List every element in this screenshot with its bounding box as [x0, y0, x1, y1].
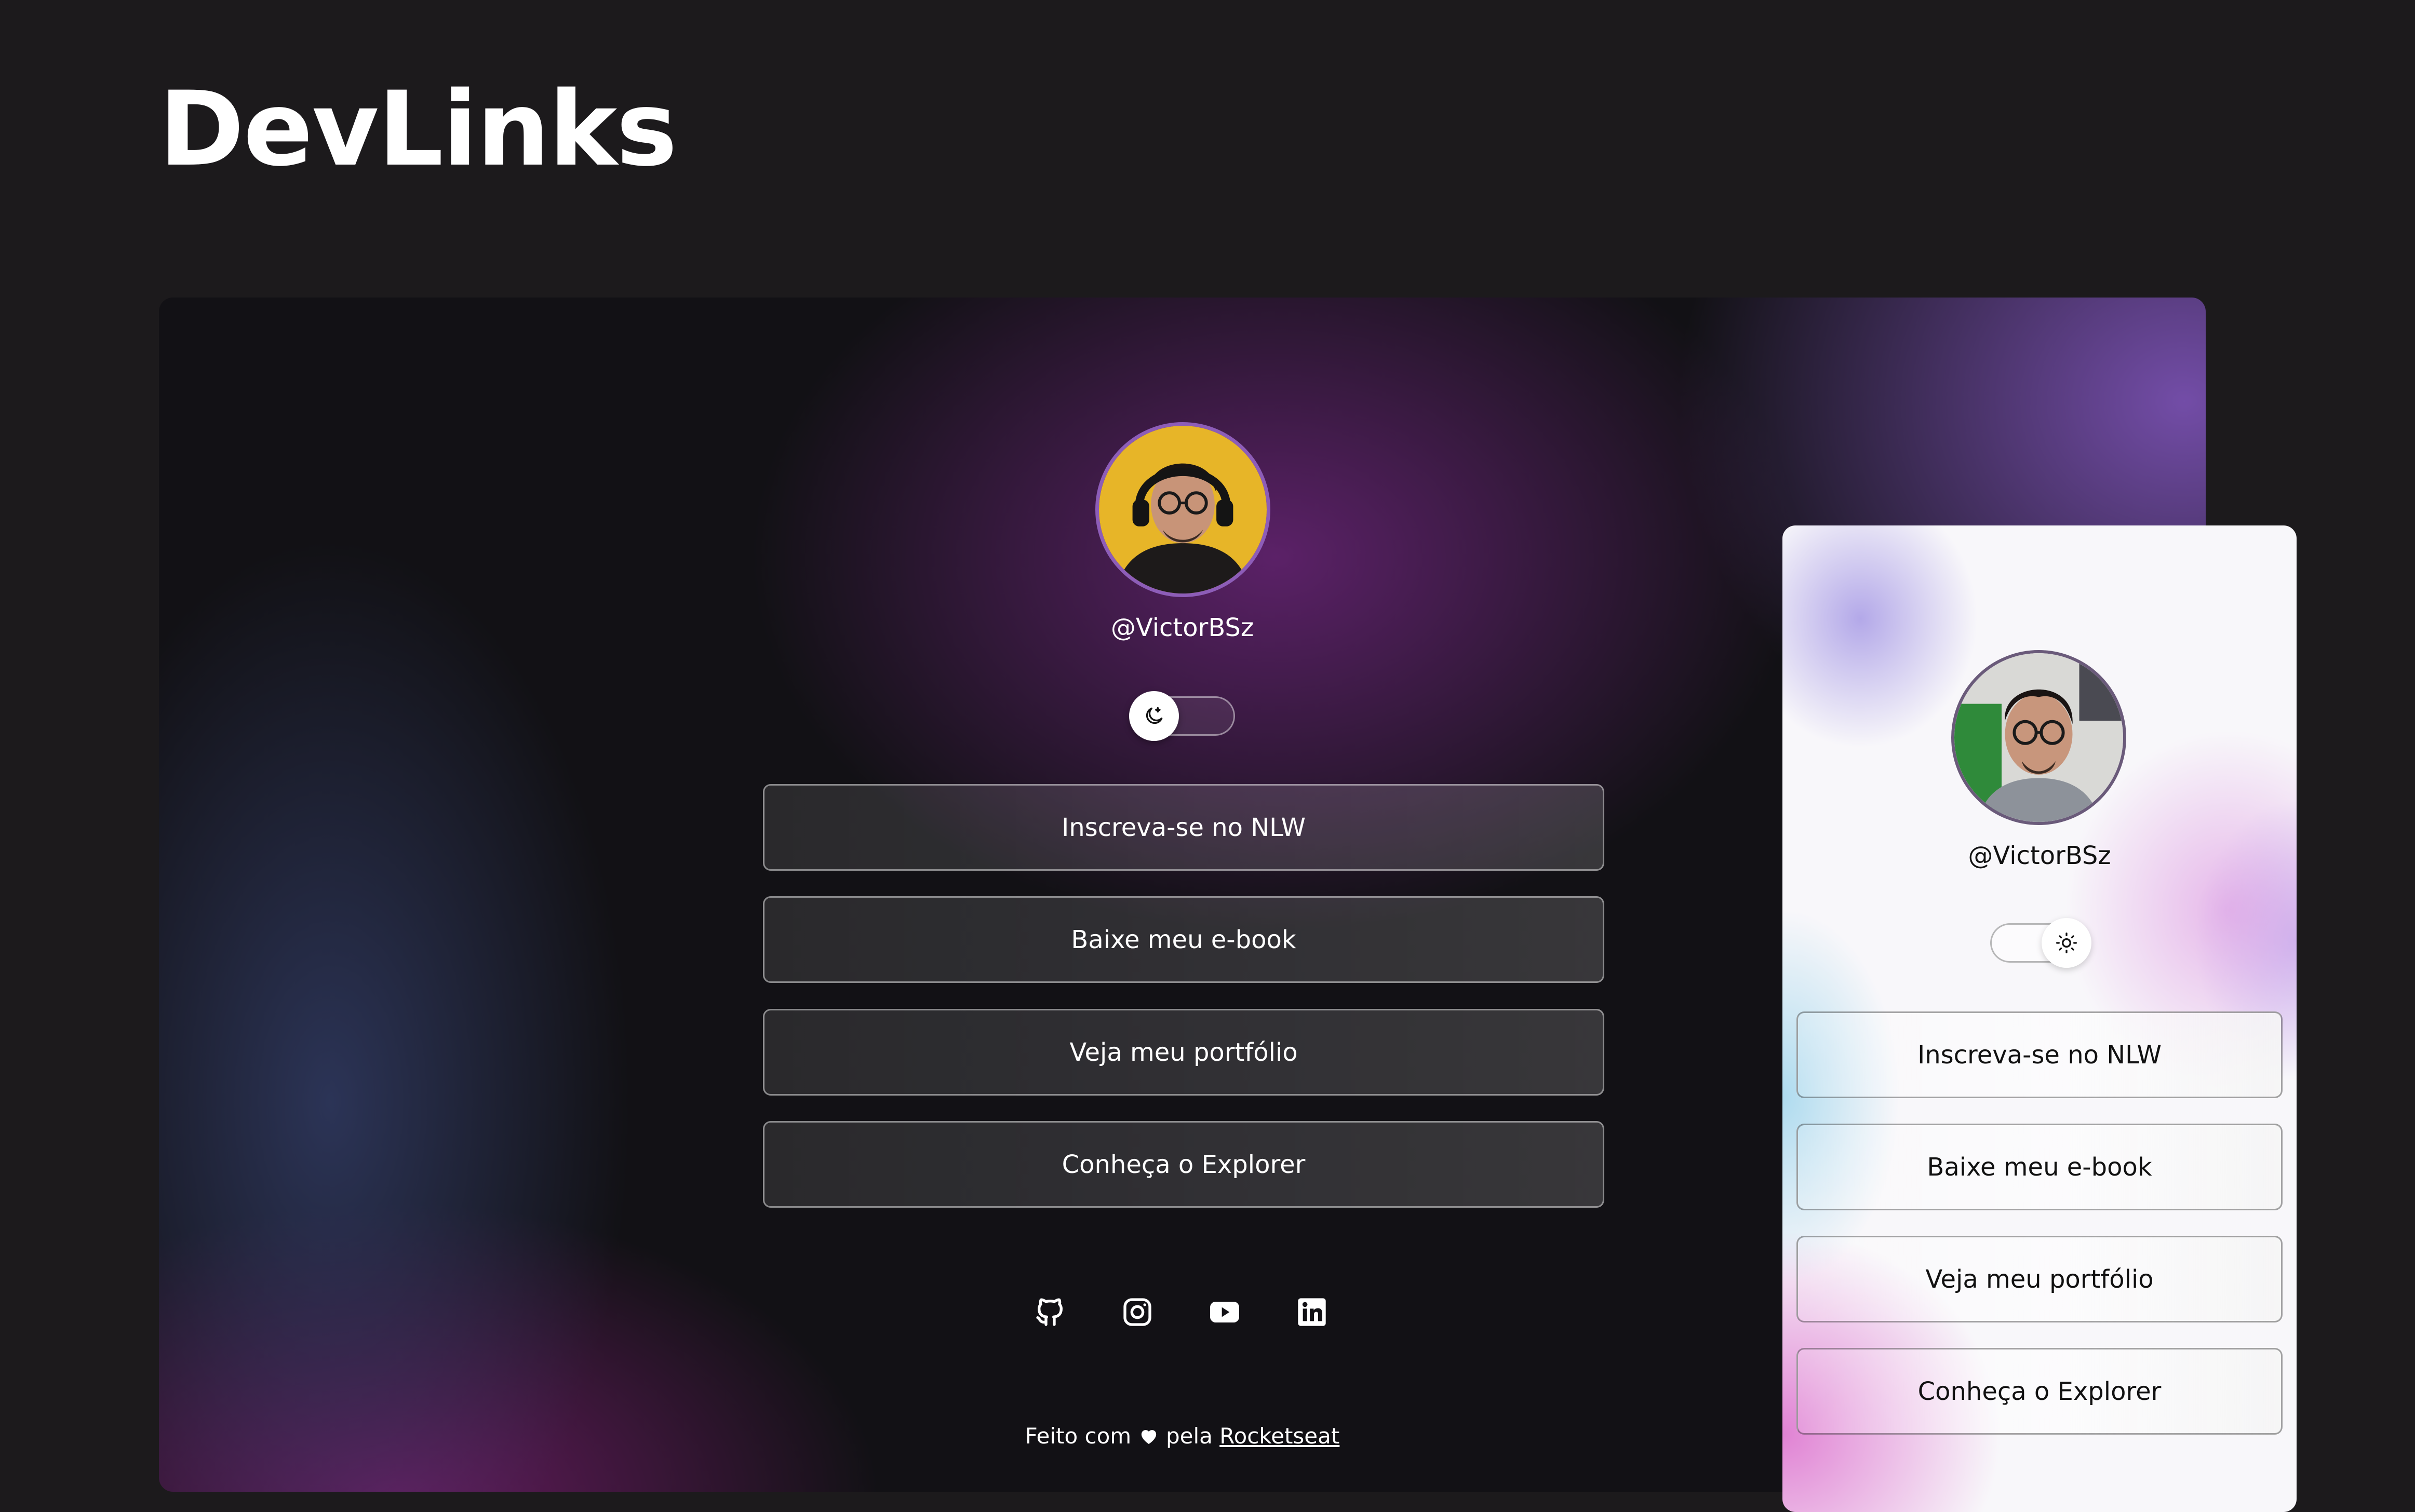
- heart-icon: [1138, 1426, 1159, 1452]
- link-button-portfolio[interactable]: Veja meu portfólio: [763, 1009, 1604, 1096]
- link-button-ebook[interactable]: Baixe meu e-book: [1796, 1124, 2283, 1210]
- page-title: DevLinks: [159, 69, 677, 189]
- footer-middle: pela: [1165, 1423, 1213, 1449]
- linkedin-icon[interactable]: [1293, 1293, 1331, 1331]
- link-button-nlw[interactable]: Inscreva-se no NLW: [1796, 1011, 2283, 1098]
- link-button-explorer[interactable]: Conheça o Explorer: [763, 1121, 1604, 1208]
- youtube-icon[interactable]: [1206, 1293, 1243, 1331]
- social-links: [1031, 1293, 1331, 1331]
- avatar: [1951, 650, 2126, 825]
- link-button-nlw[interactable]: Inscreva-se no NLW: [763, 784, 1604, 871]
- theme-toggle[interactable]: [1990, 918, 2091, 968]
- rocketseat-link[interactable]: Rocketseat: [1219, 1423, 1339, 1449]
- moon-icon: [1129, 691, 1179, 741]
- avatar-photo: [1099, 426, 1267, 593]
- link-button-ebook[interactable]: Baixe meu e-book: [763, 896, 1604, 983]
- link-button-portfolio[interactable]: Veja meu portfólio: [1796, 1236, 2283, 1322]
- light-mode-preview: @VictorBSz Inscreva-se no NLW Baixe meu …: [1782, 525, 2297, 1512]
- avatar: [1095, 422, 1270, 597]
- theme-toggle[interactable]: [1129, 691, 1235, 741]
- footer-prefix: Feito com: [1025, 1423, 1132, 1449]
- sun-icon: [2042, 918, 2091, 968]
- avatar-photo: [1954, 653, 2123, 822]
- username: @VictorBSz: [1968, 841, 2111, 870]
- link-button-explorer[interactable]: Conheça o Explorer: [1796, 1348, 2283, 1435]
- github-icon[interactable]: [1031, 1293, 1069, 1331]
- instagram-icon[interactable]: [1119, 1293, 1156, 1331]
